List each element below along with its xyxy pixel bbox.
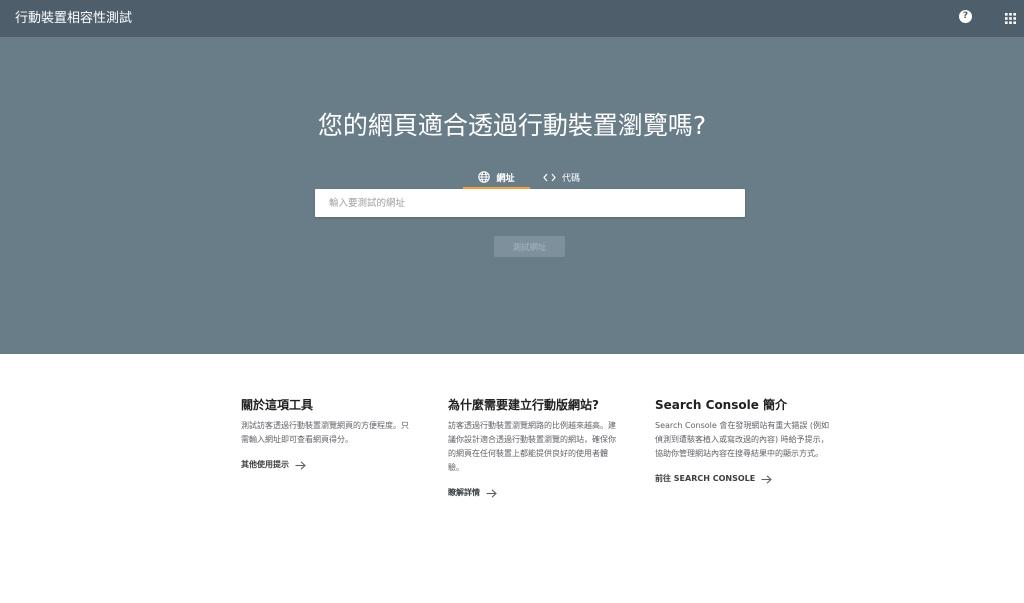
top-bar: 行動裝置相容性測試 ? — [0, 0, 1024, 37]
info-heading: 關於這項工具 — [241, 398, 314, 412]
info-body: 測試訪客透過行動裝置瀏覽網頁的方便程度。只需輸入網址即可查看網頁得分。 — [241, 421, 409, 444]
link-label: 前往 SEARCH CONSOLE — [655, 474, 756, 483]
link-label: 瞭解詳情 — [448, 488, 480, 497]
tab-code-label: 代碼 — [562, 173, 581, 184]
page: 行動裝置相容性測試 ? 您的網頁適合透過行動裝置瀏覽嗎? 網址 代碼 輸入要測試… — [0, 0, 1024, 603]
help-icon[interactable]: ? — [959, 10, 972, 23]
apps-grid-icon[interactable] — [1005, 13, 1016, 24]
hero-title: 您的網頁適合透過行動裝置瀏覽嗎? — [317, 111, 707, 140]
more-tips-link[interactable]: 其他使用提示 — [241, 458, 306, 472]
info-card-about-tool: 關於這項工具 測試訪客透過行動裝置瀏覽網頁的方便程度。只需輸入網址即可查看網頁得… — [241, 397, 416, 472]
info-body: 訪客透過行動裝置瀏覽網路的比例越來越高。建議你設計適合透過行動裝置瀏覽的網站，確… — [448, 421, 616, 472]
learn-more-link[interactable]: 瞭解詳情 — [448, 486, 497, 500]
arrow-right-icon — [761, 474, 773, 484]
info-heading: 為什麼需要建立行動版網站? — [448, 398, 599, 412]
link-label: 其他使用提示 — [241, 460, 289, 469]
input-mode-tabs: 網址 代碼 — [463, 165, 623, 190]
globe-icon — [478, 171, 491, 183]
info-body: Search Console 會在發現網站有重大錯誤 (例如偵測到遭駭客植入或寫… — [655, 421, 829, 458]
info-card-search-console: Search Console 簡介 Search Console 會在發現網站有… — [655, 397, 830, 486]
info-card-why-mobile: 為什麼需要建立行動版網站? 訪客透過行動裝置瀏覽網路的比例越來越高。建議你設計適… — [448, 397, 623, 500]
tab-url[interactable]: 網址 — [463, 165, 530, 190]
test-url-button[interactable]: 測試網址 — [494, 236, 565, 257]
hero-section: 您的網頁適合透過行動裝置瀏覽嗎? 網址 代碼 輸入要測試的網址 測試網址 — [0, 37, 1024, 354]
tab-code[interactable]: 代碼 — [543, 165, 588, 189]
arrow-right-icon — [486, 488, 497, 498]
tab-url-label: 網址 — [496, 173, 515, 184]
info-heading: Search Console 簡介 — [655, 398, 788, 412]
url-input[interactable] — [315, 189, 745, 217]
arrow-right-icon — [295, 460, 306, 470]
search-console-link[interactable]: 前往 SEARCH CONSOLE — [655, 472, 773, 486]
app-title: 行動裝置相容性測試 — [15, 11, 133, 26]
code-icon — [543, 173, 556, 181]
